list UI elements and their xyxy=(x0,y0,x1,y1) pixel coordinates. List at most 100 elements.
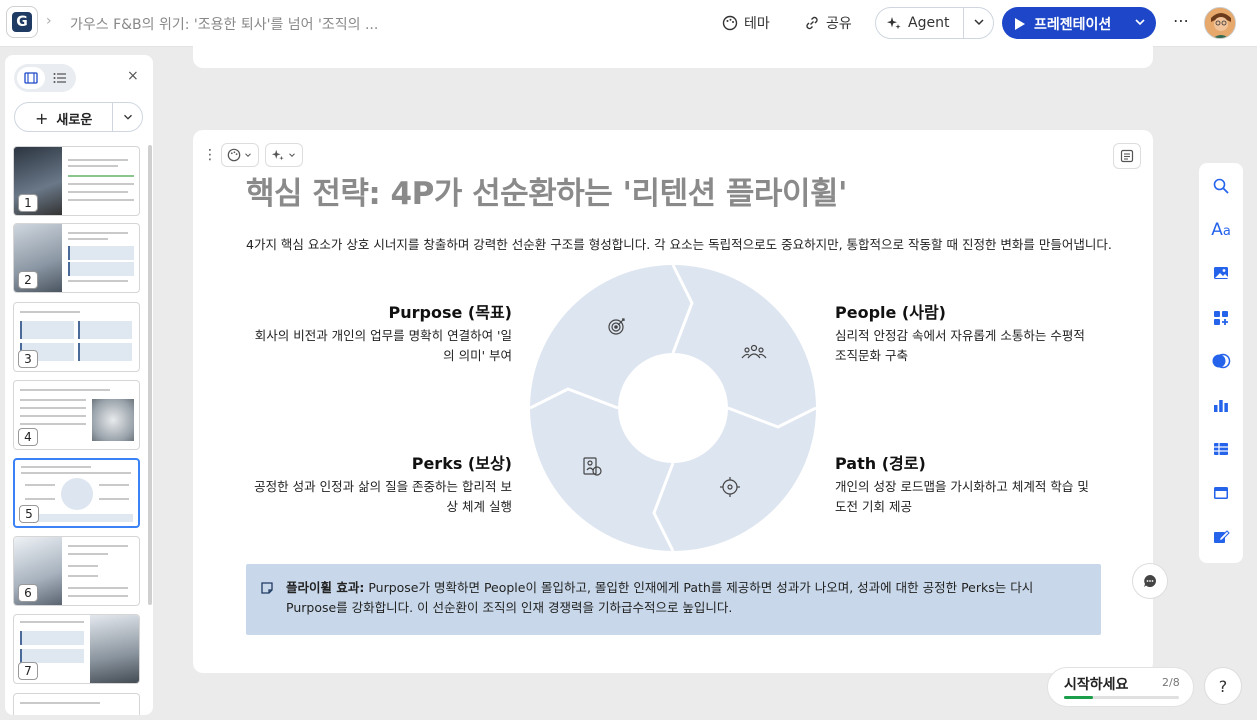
edit-tool[interactable] xyxy=(1211,526,1231,546)
right-tool-rail: Aa xyxy=(1199,163,1243,563)
image-icon xyxy=(1214,267,1228,279)
present-button[interactable]: 프레젠테이션 xyxy=(1002,7,1156,39)
slide-panel: × + 새로운 1 2 3 4 5 6 7 xyxy=(5,55,153,715)
view-toggle[interactable] xyxy=(14,64,76,92)
slide-number: 2 xyxy=(18,271,38,289)
sparkle-icon xyxy=(887,17,901,30)
slide-thumbnail-active[interactable]: 5 xyxy=(13,458,140,528)
drag-handle-icon[interactable]: ⋮ xyxy=(203,147,217,163)
list-view-button[interactable] xyxy=(46,67,74,89)
slide-thumbnail[interactable]: 3 xyxy=(13,302,140,372)
slide-ai-button[interactable] xyxy=(265,143,303,167)
note-icon xyxy=(261,582,273,594)
elements-tool[interactable] xyxy=(1211,308,1231,328)
text-icon: Aa xyxy=(1211,220,1231,240)
slide-thumbnail[interactable]: 2 xyxy=(13,223,140,293)
getting-started-widget[interactable]: 시작하세요 2/8 xyxy=(1047,667,1194,707)
share-button[interactable]: 공유 xyxy=(804,11,852,35)
slide-theme-button[interactable] xyxy=(221,143,259,167)
layout-tool[interactable] xyxy=(1211,483,1231,503)
thumbnail-photo xyxy=(90,615,139,683)
more-options-button[interactable]: ⋯ xyxy=(1173,11,1189,30)
link-icon xyxy=(806,16,818,30)
palette-icon xyxy=(227,148,241,162)
slide-description[interactable]: 4가지 핵심 요소가 상호 시너지를 창출하며 강력한 선순환 구조를 형성합니… xyxy=(246,234,1112,253)
add-element-icon xyxy=(1214,311,1228,325)
slide-thumbnail[interactable]: 7 xyxy=(13,614,140,684)
purpose-description[interactable]: 회사의 비전과 개인의 업무를 명확히 연결하여 '일의 의미' 부여 xyxy=(247,326,512,366)
grid-view-button[interactable] xyxy=(17,67,45,89)
table-tool[interactable] xyxy=(1211,439,1231,459)
theme-button[interactable]: 테마 xyxy=(722,11,770,35)
agent-label: Agent xyxy=(908,15,950,31)
play-icon xyxy=(1015,18,1025,30)
toggle-icon xyxy=(1212,353,1231,369)
bar-chart-icon xyxy=(1214,400,1228,412)
slide-number: 4 xyxy=(18,428,38,446)
search-icon xyxy=(1213,178,1229,194)
help-button[interactable]: ? xyxy=(1204,667,1242,705)
notes-icon xyxy=(1120,149,1134,163)
document-title[interactable]: 가우스 F&B의 위기: '조용한 퇴사'를 넘어 '조직의 ... xyxy=(70,14,378,34)
image-tool[interactable] xyxy=(1211,263,1231,283)
list-icon xyxy=(53,73,66,83)
slide-canvas[interactable]: ⋮ 핵심 전략: 4P가 선순환하는 '리텐션 플라이휠' 4가지 핵심 요소가… xyxy=(193,130,1153,673)
chevron-down-icon[interactable] xyxy=(121,110,135,124)
chevron-down-icon xyxy=(245,153,251,157)
slide-thumbnail[interactable]: 4 xyxy=(13,380,140,450)
chevron-down-icon xyxy=(289,153,295,157)
filmstrip-icon xyxy=(24,72,38,84)
thumbnail-wheel xyxy=(61,478,93,510)
flywheel-diagram[interactable] xyxy=(530,265,816,551)
plus-icon: + xyxy=(35,109,49,128)
user-avatar-icon xyxy=(1205,8,1235,38)
logo-icon: G xyxy=(12,12,32,32)
sparkle-icon xyxy=(271,149,284,161)
new-slide-label: 새로운 xyxy=(56,113,93,128)
new-slide-button[interactable]: + 새로운 xyxy=(14,102,143,132)
people-title[interactable]: People (사람) xyxy=(835,299,946,323)
slide-number: 6 xyxy=(18,584,38,602)
slide-title[interactable]: 핵심 전략: 4P가 선순환하는 '리텐션 플라이휠' xyxy=(246,168,847,213)
thumbnail-photo xyxy=(92,399,134,441)
text-tool[interactable]: Aa xyxy=(1211,220,1231,240)
purpose-title[interactable]: Purpose (목표) xyxy=(389,299,512,323)
callout-body: Purpose가 명확하면 People이 몰입하고, 몰입한 인재에게 Pat… xyxy=(286,580,1034,615)
chevron-down-icon[interactable] xyxy=(971,14,987,30)
slide-number: 3 xyxy=(18,350,38,368)
perks-description[interactable]: 공정한 성과 인정과 삶의 질을 존중하는 합리적 보상 체계 실행 xyxy=(247,477,512,517)
panel-scrollbar[interactable] xyxy=(148,145,152,605)
people-description[interactable]: 심리적 안정감 속에서 자유롭게 소통하는 수평적 조직문화 구축 xyxy=(835,326,1100,366)
slide-thumbnail[interactable]: 1 xyxy=(13,146,140,216)
chevron-down-icon[interactable] xyxy=(1132,14,1148,30)
previous-slide-card[interactable] xyxy=(193,40,1153,68)
agent-button[interactable]: Agent xyxy=(875,7,994,39)
path-title[interactable]: Path (경로) xyxy=(835,450,926,474)
search-tool[interactable] xyxy=(1211,176,1231,196)
share-label: 공유 xyxy=(826,16,852,32)
slide-number: 7 xyxy=(18,662,38,680)
slide-thumbnail[interactable]: 6 xyxy=(13,536,140,606)
comment-icon xyxy=(1144,575,1156,587)
toggle-tool[interactable] xyxy=(1211,351,1231,371)
perks-title[interactable]: Perks (보상) xyxy=(412,450,512,474)
app-logo[interactable]: G xyxy=(6,6,38,38)
progress-bar xyxy=(1064,696,1179,699)
speaker-notes-button[interactable] xyxy=(1113,143,1141,169)
card-icon xyxy=(1214,487,1228,499)
theme-label: 테마 xyxy=(744,16,770,32)
avatar[interactable] xyxy=(1204,7,1236,39)
comment-button[interactable] xyxy=(1132,563,1168,599)
slide-toolbar: ⋮ xyxy=(203,143,303,167)
present-label: 프레젠테이션 xyxy=(1034,17,1112,33)
progress-fill xyxy=(1064,696,1093,699)
callout-heading: 플라이휠 효과: xyxy=(286,580,365,595)
table-icon xyxy=(1214,443,1228,455)
close-panel-button[interactable]: × xyxy=(127,68,139,84)
palette-icon xyxy=(722,15,738,31)
slide-thumbnail[interactable] xyxy=(13,693,140,715)
slide-number: 5 xyxy=(19,505,39,523)
chart-tool[interactable] xyxy=(1211,395,1231,415)
flywheel-effect-callout[interactable]: 플라이휠 효과: Purpose가 명확하면 People이 몰입하고, 몰입한… xyxy=(246,564,1101,635)
path-description[interactable]: 개인의 성장 로드맵을 가시화하고 체계적 학습 및 도전 기회 제공 xyxy=(835,477,1100,517)
